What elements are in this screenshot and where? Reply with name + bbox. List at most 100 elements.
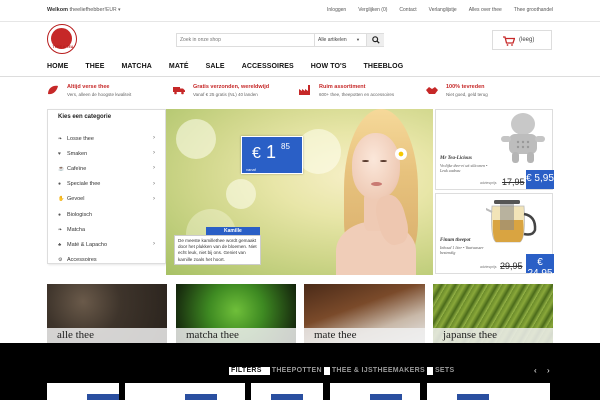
- logo-text: THEE & TEA: [52, 45, 74, 49]
- search-bar: Alle artikelen ▼: [176, 33, 384, 47]
- product-box-image: [370, 394, 402, 400]
- star-icon: ●: [58, 181, 62, 188]
- product-thumb[interactable]: [330, 383, 420, 400]
- product-box-image: [185, 394, 217, 400]
- category-item-cafeine[interactable]: ☕ Cafeïne ›: [58, 161, 161, 176]
- category-label: Maté & Lapacho: [67, 241, 108, 248]
- tile-alle-thee[interactable]: alle thee: [47, 284, 167, 343]
- usp-bar: Altijd verse thee Vers, alleen de hoogst…: [0, 82, 600, 104]
- category-label: Cafeïne: [67, 165, 87, 172]
- chevron-left-icon[interactable]: ‹: [534, 366, 537, 375]
- nav-theeblog[interactable]: THEEBLOG: [364, 63, 404, 70]
- usp-sub: Niet goed, geld terug: [446, 92, 488, 97]
- category-label: Gevoel: [67, 196, 85, 203]
- hero-model-eye: [380, 160, 387, 162]
- hero-banner[interactable]: € 1 85 vanaf Kamille De meeste kamilleth…: [166, 109, 433, 275]
- tile-japanse-thee[interactable]: japanse thee: [433, 284, 553, 343]
- teapot-image: [486, 200, 537, 243]
- tile-matcha-thee[interactable]: matcha thee: [176, 284, 296, 343]
- tile-label: matcha thee: [176, 328, 296, 343]
- category-label: Speciale thee: [67, 181, 101, 188]
- wishlist-link[interactable]: Verlanglijstje: [429, 7, 457, 13]
- nav-divider: [0, 76, 600, 77]
- site-logo[interactable]: THEE & TEA: [47, 24, 77, 54]
- leaf-icon: ❧: [58, 226, 63, 233]
- product-thumb[interactable]: [125, 383, 245, 400]
- product-card[interactable]: Mr Tea-Licious Vrolijke thee-ei uit sili…: [435, 109, 554, 190]
- category-item-losse-thee[interactable]: ❧ Losse thee ›: [58, 131, 161, 146]
- price-prefix: vanaf: [246, 167, 256, 172]
- chevron-right-icon[interactable]: ›: [547, 366, 550, 375]
- tile-label: alle thee: [47, 328, 167, 343]
- tab-sets[interactable]: SETS: [432, 367, 457, 375]
- category-label: Smaken: [67, 150, 88, 157]
- category-item-matcha[interactable]: ❧ Matcha: [58, 222, 161, 237]
- category-item-biologisch[interactable]: ● Biologisch: [58, 207, 161, 222]
- nav-mate[interactable]: MATÉ: [169, 63, 189, 70]
- product-thumb[interactable]: [427, 383, 550, 400]
- welcome-name: theeliefhebber!: [69, 7, 106, 13]
- truck-icon: [173, 87, 185, 95]
- nav-matcha[interactable]: MATCHA: [121, 63, 151, 70]
- currency-selector[interactable]: EUR ▾: [106, 7, 120, 13]
- bokeh: [226, 179, 256, 209]
- compare-link[interactable]: Verglijken (0): [358, 7, 387, 13]
- category-item-speciale-thee[interactable]: ● Speciale thee ›: [58, 177, 161, 192]
- nav-thee[interactable]: THEE: [85, 63, 104, 70]
- nav-home[interactable]: HOME: [47, 63, 68, 70]
- thumbs-up-icon: ✋: [58, 196, 65, 203]
- search-input[interactable]: [177, 34, 313, 46]
- product-name: Mr Tea-Licious: [440, 156, 472, 161]
- category-label: Accessoires: [67, 257, 97, 264]
- category-item-smaken[interactable]: ♥ Smaken ›: [58, 146, 161, 161]
- welcome-message: Welkom theeliefhebber!: [47, 7, 106, 13]
- tab-theepotten[interactable]: THEEPOTTEN: [269, 367, 324, 375]
- coffee-icon: ☕: [58, 165, 65, 172]
- product-thumb[interactable]: [47, 383, 119, 400]
- product-advice-label: adviesprijs: [480, 265, 497, 269]
- category-label: Matcha: [67, 226, 86, 233]
- contact-link[interactable]: Contact: [399, 7, 416, 13]
- cup-icon: ♣: [58, 241, 62, 248]
- tab-thee-ijstheemakers[interactable]: THEE & IJSTHEEMAKERS: [329, 367, 427, 375]
- tile-label: japanse thee: [433, 328, 553, 343]
- top-links: Inloggen Verglijken (0) Contact Verlangl…: [327, 7, 553, 13]
- nav-accessoires[interactable]: ACCESSOIRES: [242, 63, 294, 70]
- leaf-icon: [48, 85, 58, 95]
- heart-icon: ♥: [58, 150, 61, 157]
- tile-label: mate thee: [304, 328, 425, 343]
- price-currency: €: [252, 145, 261, 162]
- tile-mate-thee[interactable]: mate thee: [304, 284, 425, 343]
- category-item-gevoel[interactable]: ✋ Gevoel ›: [58, 192, 161, 207]
- category-item-accessoires[interactable]: ⚙ Accessoires: [58, 253, 161, 268]
- nav-sale[interactable]: SALE: [206, 63, 225, 70]
- leaf-icon: ❧: [58, 135, 63, 142]
- hero-model-face: [352, 133, 400, 199]
- product-description: Inhoud 1 liter • Vaatwasser bestendig: [440, 245, 484, 255]
- category-item-mate-lapacho[interactable]: ♣ Maté & Lapacho ›: [58, 237, 161, 252]
- cart-button[interactable]: (leeg): [492, 30, 552, 50]
- globe-icon: ●: [58, 211, 62, 218]
- tea-infuser-man-image: [501, 113, 545, 163]
- product-card[interactable]: Finum theepot Inhoud 1 liter • Vaatwasse…: [435, 193, 554, 279]
- chevron-right-icon: ›: [153, 180, 155, 187]
- category-menu-title: Kies een categorie: [58, 114, 112, 120]
- login-link[interactable]: Inloggen: [327, 7, 346, 13]
- tab-filters[interactable]: FILTERS: [229, 367, 264, 375]
- wholesale-link[interactable]: Thee groothandel: [514, 7, 553, 13]
- search-button[interactable]: [366, 34, 384, 46]
- usp-sub: 600+ thee, theepotten en accessoires: [319, 92, 395, 97]
- usp-sub: Vers, alleen de hoogste kwaliteit: [67, 92, 132, 97]
- usp-title: Gratis verzonden, wereldwijd: [193, 84, 270, 90]
- product-old-price: 29,95: [500, 261, 523, 271]
- filter-tabs: FILTERS THEEPOTTEN THEE & IJSTHEEMAKERS …: [229, 367, 457, 375]
- about-tea-link[interactable]: Alles over thee: [469, 7, 502, 13]
- welcome-prefix: Welkom: [47, 7, 70, 13]
- factory-icon: [299, 85, 310, 95]
- product-thumb[interactable]: [251, 383, 323, 400]
- cart-label: (leeg): [519, 37, 535, 43]
- nav-howtos[interactable]: HOW TO'S: [311, 63, 347, 70]
- hero-product-tag: Kamille: [206, 227, 260, 235]
- hero-price-badge: € 1 85 vanaf: [241, 136, 303, 174]
- search-category-select[interactable]: Alle artikelen ▼: [314, 34, 364, 46]
